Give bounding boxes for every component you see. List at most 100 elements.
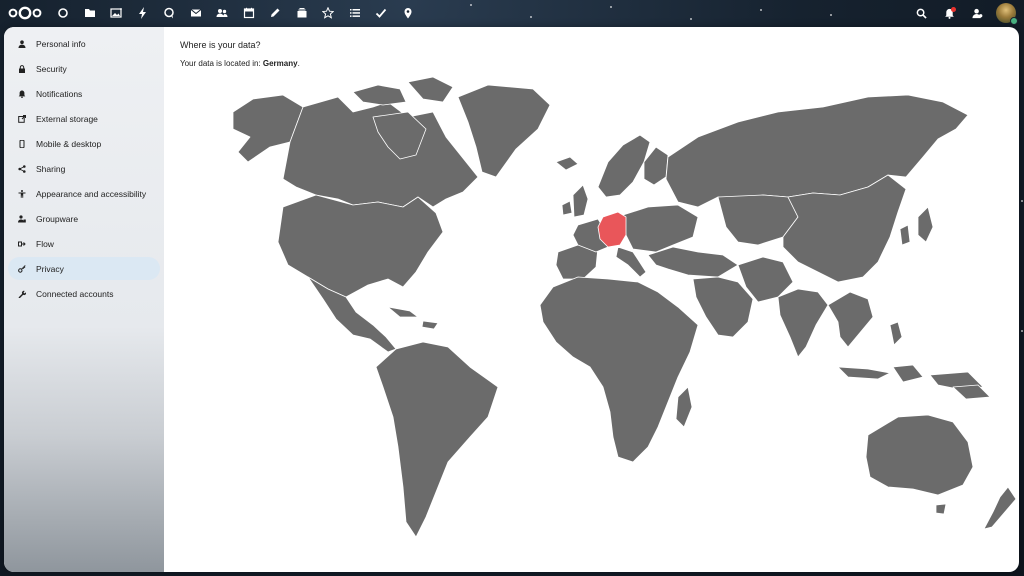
search-button[interactable] — [912, 4, 930, 22]
app-photos[interactable] — [103, 0, 130, 26]
map-country — [561, 200, 573, 216]
sidebar-item-label: Security — [36, 63, 67, 74]
app-notes[interactable] — [262, 0, 289, 26]
app-talk[interactable] — [156, 0, 183, 26]
sidebar-item-external-storage[interactable]: External storage — [8, 107, 160, 130]
sidebar-item-security[interactable]: Security — [8, 57, 160, 80]
map-country — [457, 84, 551, 178]
app-tasks[interactable] — [342, 0, 369, 26]
app-mail[interactable] — [183, 0, 210, 26]
settings-sidebar: Personal info Security Notifications Ext… — [4, 27, 164, 572]
sidebar-item-mobile-desktop[interactable]: Mobile & desktop — [8, 132, 160, 155]
online-status-badge — [1010, 17, 1018, 25]
sidebar-item-groupware[interactable]: Groupware — [8, 207, 160, 230]
map-country — [692, 276, 754, 338]
map-country — [375, 341, 499, 538]
map-country — [597, 134, 651, 198]
lightning-icon — [138, 7, 146, 19]
map-country — [282, 96, 479, 208]
map-country — [865, 414, 974, 496]
sidebar-item-appearance[interactable]: Appearance and accessibility — [8, 182, 160, 205]
map-country — [555, 156, 579, 171]
sidebar-item-label: Connected accounts — [36, 288, 114, 299]
pencil-icon — [271, 8, 280, 17]
phone-icon — [18, 139, 26, 148]
sidebar-item-personal-info[interactable]: Personal info — [8, 32, 160, 55]
person-icon — [18, 39, 26, 48]
app-files[interactable] — [77, 0, 104, 26]
app-dashboard[interactable] — [50, 0, 77, 26]
sidebar-item-label: Personal info — [36, 38, 86, 49]
nextcloud-logo[interactable] — [8, 6, 42, 20]
check-icon — [376, 8, 387, 18]
map-country — [889, 321, 903, 346]
flow-icon — [18, 240, 26, 248]
deck-icon — [297, 8, 307, 18]
sidebar-item-connected-accounts[interactable]: Connected accounts — [8, 282, 160, 305]
search-icon — [916, 8, 927, 19]
sidebar-item-notifications[interactable]: Notifications — [8, 82, 160, 105]
app-deck[interactable] — [289, 0, 316, 26]
bell-icon — [18, 90, 26, 98]
sidebar-item-flow[interactable]: Flow — [8, 232, 160, 255]
contacts-menu-button[interactable] — [968, 4, 986, 22]
map-country — [899, 224, 911, 246]
map-country — [421, 320, 439, 330]
share-icon — [18, 164, 26, 173]
app-check[interactable] — [368, 0, 395, 26]
notifications-button[interactable] — [940, 4, 958, 22]
map-country-germany — [597, 211, 627, 248]
mail-icon — [190, 9, 202, 17]
calendar-icon — [243, 7, 254, 19]
chat-icon — [164, 7, 174, 19]
sidebar-item-privacy[interactable]: Privacy — [8, 257, 160, 280]
folder-icon — [84, 9, 95, 17]
lock-icon — [18, 64, 26, 73]
image-icon — [110, 8, 122, 18]
contacts-icon — [216, 9, 228, 17]
map-country — [572, 184, 589, 218]
privacy-content: Where is your data? Your data is located… — [164, 27, 1019, 572]
header-right — [912, 0, 1018, 26]
page-title: Where is your data? — [180, 40, 261, 50]
app-activity[interactable] — [130, 0, 157, 26]
sidebar-item-label: Mobile & desktop — [36, 138, 102, 149]
map-country — [952, 384, 991, 400]
top-header — [0, 0, 1024, 26]
sidebar-item-label: External storage — [36, 113, 98, 124]
external-link-icon — [18, 114, 26, 123]
sidebar-item-label: Groupware — [36, 213, 79, 224]
map-country — [935, 503, 947, 515]
map-country — [387, 306, 419, 318]
map-country — [277, 194, 444, 298]
map-country — [622, 204, 699, 253]
notification-dot — [951, 7, 956, 12]
user-icon — [971, 8, 982, 18]
world-map — [232, 76, 1017, 538]
map-country — [615, 246, 647, 278]
app-calendar[interactable] — [236, 0, 263, 26]
map-country — [675, 386, 693, 428]
map-country — [407, 76, 454, 103]
sidebar-item-label: Sharing — [36, 163, 66, 174]
map-country — [892, 364, 924, 383]
avatar[interactable] — [996, 3, 1018, 25]
app-contacts[interactable] — [209, 0, 236, 26]
map-country — [539, 276, 699, 463]
groupware-icon — [18, 214, 26, 223]
map-country — [647, 246, 739, 278]
map-pin-icon — [404, 8, 412, 19]
star-icon — [322, 7, 335, 19]
app-maps[interactable] — [395, 0, 422, 26]
map-country — [665, 94, 969, 208]
app-menu — [50, 0, 421, 26]
map-country — [777, 288, 829, 358]
sidebar-item-sharing[interactable]: Sharing — [8, 157, 160, 180]
map-country — [643, 146, 669, 186]
map-country — [837, 366, 891, 380]
map-country — [827, 291, 874, 348]
sidebar-item-label: Appearance and accessibility — [36, 188, 147, 199]
app-store[interactable] — [315, 0, 342, 26]
list-icon — [349, 9, 360, 17]
circle-icon — [58, 8, 69, 18]
